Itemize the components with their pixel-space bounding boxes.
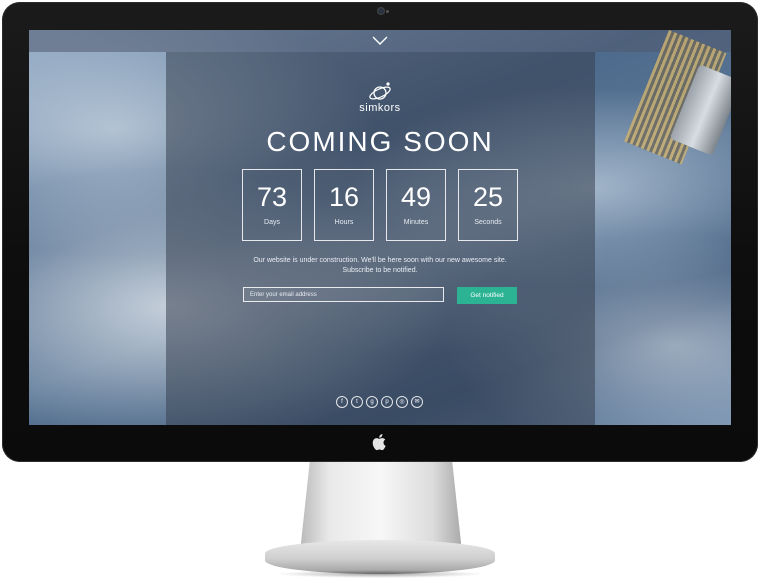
monitor-stand xyxy=(300,462,462,552)
planet-logo-icon xyxy=(369,82,391,100)
email-icon[interactable]: ✉ xyxy=(411,396,423,408)
chevron-down-icon[interactable] xyxy=(372,36,388,46)
construction-message: Our website is under construction. We'll… xyxy=(253,257,507,274)
countdown-value: 16 xyxy=(328,182,360,212)
countdown-seconds: 25 Seconds xyxy=(458,169,518,241)
email-field[interactable]: Enter your email address xyxy=(243,287,444,302)
base-shadow xyxy=(275,570,485,578)
countdown-value: 49 xyxy=(400,182,432,212)
facebook-icon[interactable]: f xyxy=(336,396,348,408)
countdown-value: 25 xyxy=(472,182,504,212)
dribbble-icon[interactable]: ◎ xyxy=(396,396,408,408)
countdown-label: Seconds xyxy=(474,219,502,226)
screen: simkors COMING SOON 73 Days 16 Hours 49 … xyxy=(29,30,731,425)
countdown-label: Minutes xyxy=(403,219,429,226)
brand-name: simkors xyxy=(359,102,401,114)
countdown-minutes: 49 Minutes xyxy=(386,169,446,241)
pinterest-icon[interactable]: p xyxy=(381,396,393,408)
get-notified-button[interactable]: Get notified xyxy=(457,287,517,304)
webcam xyxy=(378,8,384,14)
page-title: COMING SOON xyxy=(266,126,494,157)
apple-logo-icon xyxy=(372,434,386,451)
countdown-label: Hours xyxy=(334,219,354,226)
google-plus-icon[interactable]: g xyxy=(366,396,378,408)
webcam-indicator xyxy=(386,10,389,13)
countdown-days: 73 Days xyxy=(242,169,302,241)
countdown-hours: 16 Hours xyxy=(314,169,374,241)
twitter-icon[interactable]: t xyxy=(351,396,363,408)
monitor-base xyxy=(265,540,495,574)
countdown-value: 73 xyxy=(256,182,288,212)
countdown-label: Days xyxy=(264,219,280,226)
